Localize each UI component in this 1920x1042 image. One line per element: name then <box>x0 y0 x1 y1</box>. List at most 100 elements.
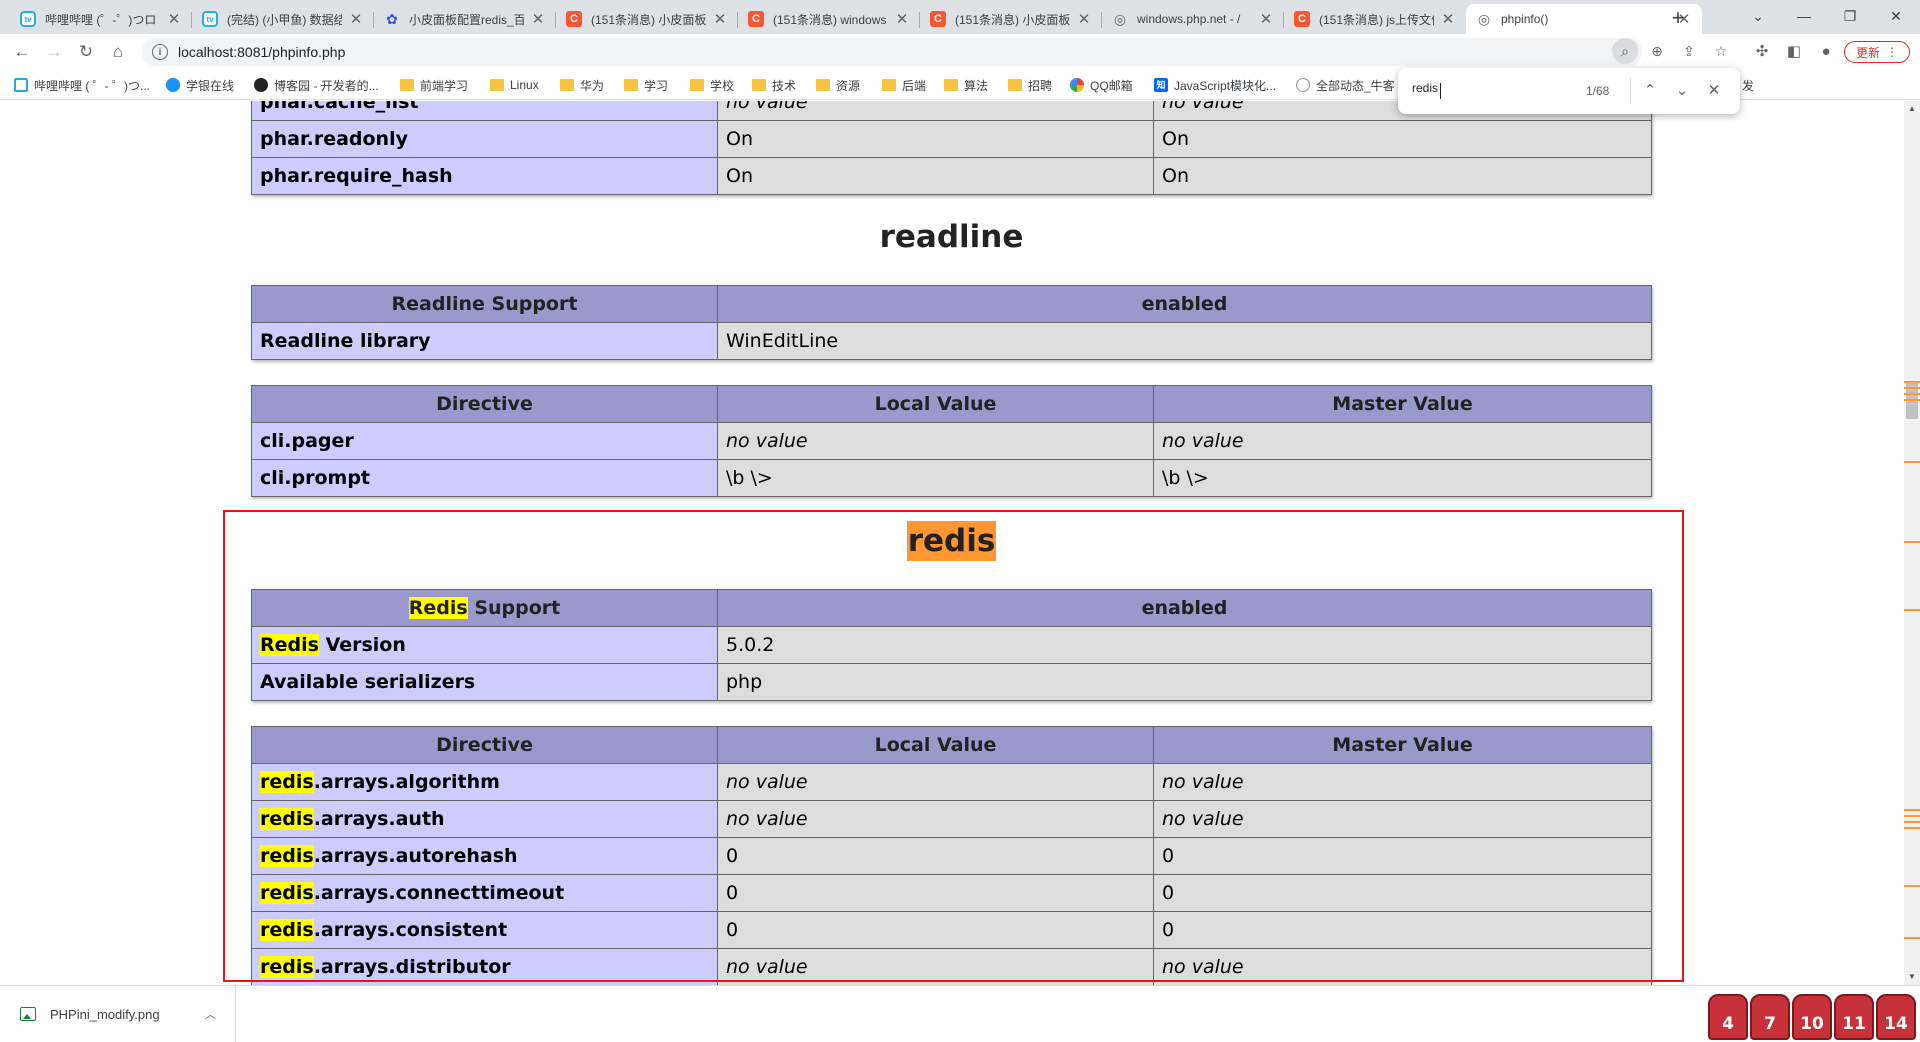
redis-serializers-value: php <box>717 663 1652 701</box>
bookmark-item[interactable]: 知 JavaScript模块化... <box>1154 76 1276 94</box>
jersey-icon: 10 <box>1792 994 1832 1040</box>
tab-close-icon[interactable]: ✕ <box>1258 10 1274 28</box>
side-panel-icon[interactable]: ◧ <box>1780 38 1808 66</box>
zhihu-icon: 知 <box>1154 78 1168 92</box>
home-icon[interactable]: ⌂ <box>104 38 132 66</box>
tray-jersey-widget: 4 7 10 11 14 <box>1708 994 1916 1040</box>
redis-directive-table: Directive Local Value Master Value redis… <box>251 726 1652 985</box>
folder-icon <box>1008 79 1022 91</box>
more-menu-icon: ⋮ <box>1886 45 1898 59</box>
site-info-icon[interactable]: i <box>152 44 168 60</box>
share-icon[interactable]: ⇪ <box>1676 38 1702 64</box>
bookmark-label: 学银在线 <box>186 78 235 93</box>
bookmarks-overflow[interactable]: 发 <box>1742 76 1754 94</box>
find-match-marker <box>1904 387 1920 389</box>
minimize-icon[interactable]: — <box>1784 4 1824 28</box>
table-row: redis.arrays.consistent 0 0 <box>251 911 1652 949</box>
scroll-down-icon[interactable]: ▼ <box>1904 969 1920 985</box>
folder-icon <box>560 79 574 91</box>
find-next-icon[interactable]: ⌄ <box>1670 79 1694 103</box>
forward-icon[interactable]: → <box>40 38 68 66</box>
tab-6[interactable]: ◎ windows.php.net - / ✕ <box>1102 4 1284 34</box>
new-tab-button[interactable]: + <box>1664 6 1692 30</box>
download-item[interactable]: PHPini_modify.png ︿ <box>0 986 236 1042</box>
find-previous-icon[interactable]: ⌃ <box>1638 79 1662 103</box>
master-value: no value <box>1153 422 1652 460</box>
profile-avatar-icon[interactable]: ● <box>1812 38 1840 66</box>
bookmark-item[interactable]: 华为 <box>560 76 604 94</box>
master-value: 0 <box>1153 874 1652 912</box>
tab-close-icon[interactable]: ✕ <box>1440 10 1456 28</box>
bookmark-item[interactable]: 博客园 - 开发者的... <box>254 76 379 94</box>
bookmark-item[interactable]: 全部动态_牛客 <box>1296 76 1395 94</box>
tab-close-icon[interactable]: ✕ <box>894 10 910 28</box>
tab-close-icon[interactable]: ✕ <box>1076 10 1092 28</box>
bookmark-item[interactable]: 前端学习 <box>400 76 468 94</box>
master-value: On <box>1153 120 1652 158</box>
extensions-icon[interactable]: ✣ <box>1748 38 1776 66</box>
close-window-icon[interactable]: ✕ <box>1876 4 1916 28</box>
table-row: redis.arrays.connecttimeout 0 0 <box>251 874 1652 912</box>
scroll-up-icon[interactable]: ▲ <box>1904 101 1920 117</box>
restore-icon[interactable]: ❐ <box>1830 4 1870 28</box>
local-value: no value <box>717 948 1154 985</box>
local-value: 0 <box>717 837 1154 875</box>
find-input[interactable]: redis <box>1412 81 1592 101</box>
bookmark-star-icon[interactable]: ☆ <box>1708 38 1734 64</box>
tab-5[interactable]: C (151条消息) 小皮面板配置 ✕ <box>920 4 1102 34</box>
bookmark-label: 算法 <box>964 78 989 93</box>
directive-name: redis.arrays.consistent <box>251 911 718 949</box>
local-value: no value <box>717 800 1154 838</box>
tab-title: (151条消息) js上传文件 <box>1319 12 1434 27</box>
tab-1[interactable]: tv (完结) (小甲鱼) 数据结构 ✕ <box>192 4 374 34</box>
download-filename[interactable]: PHPini_modify.png <box>50 1007 160 1022</box>
master-value: no value <box>1153 800 1652 838</box>
chevron-up-icon[interactable]: ︿ <box>205 1006 216 1022</box>
tab-close-icon[interactable]: ✕ <box>712 10 728 28</box>
update-button[interactable]: 更新 ⋮ <box>1844 41 1910 63</box>
bookmark-item[interactable]: QQ邮箱 <box>1070 76 1133 94</box>
bookmark-item[interactable]: 技术 <box>752 76 796 94</box>
tab-search-icon[interactable]: ⌄ <box>1738 4 1778 28</box>
bookmark-label: 前端学习 <box>420 78 469 93</box>
bookmark-label: 学校 <box>710 78 735 93</box>
address-url[interactable]: localhost:8081/phpinfo.php <box>178 44 345 60</box>
bookmark-item[interactable]: 学银在线 <box>166 76 234 94</box>
tab-close-icon[interactable]: ✕ <box>530 10 546 28</box>
tab-4[interactable]: C (151条消息) windows ✕ <box>738 4 920 34</box>
bookmark-item[interactable]: 招聘 <box>1008 76 1052 94</box>
bookmark-item[interactable]: 算法 <box>944 76 988 94</box>
find-separator <box>1630 78 1631 104</box>
globe-icon: ◎ <box>1477 10 1491 27</box>
jersey-icon: 7 <box>1750 994 1790 1040</box>
bookmark-label: 后端 <box>902 78 927 93</box>
tab-close-icon[interactable]: ✕ <box>166 10 182 28</box>
local-value: 0 <box>717 911 1154 949</box>
bookmark-item[interactable]: 哔哩哔哩 ( ゜- ゜)つ... <box>14 76 150 94</box>
bookmark-label: 全部动态_牛客 <box>1316 78 1395 93</box>
tab-7[interactable]: C (151条消息) js上传文件 ✕ <box>1284 4 1466 34</box>
table-row: redis.arrays.auth no value no value <box>251 800 1652 838</box>
bookmark-item[interactable]: 后端 <box>882 76 926 94</box>
tab-close-icon[interactable]: ✕ <box>348 10 364 28</box>
master-value: no value <box>1153 763 1652 801</box>
bookmark-item[interactable]: Linux <box>490 76 539 94</box>
bilibili-icon: tv <box>202 11 218 27</box>
folder-icon <box>624 79 638 91</box>
local-value: On <box>717 157 1154 195</box>
back-icon[interactable]: ← <box>8 38 36 66</box>
bookmark-item[interactable]: 学习 <box>624 76 668 94</box>
vertical-scrollbar[interactable]: ▲ ▼ <box>1904 101 1920 985</box>
readline-section-title: readline <box>879 219 1024 255</box>
find-in-page-icon[interactable]: ⌕ <box>1612 38 1638 64</box>
directive-name: cli.pager <box>251 422 718 460</box>
bookmark-item[interactable]: 资源 <box>816 76 860 94</box>
tab-3[interactable]: C (151条消息) 小皮面板配置 ✕ <box>556 4 738 34</box>
tab-2[interactable]: ✿ 小皮面板配置redis_百度搜索 ✕ <box>374 4 556 34</box>
tab-0[interactable]: tv 哔哩哔哩 (゜-゜)つロ 干杯~-bilibili ✕ <box>10 4 192 34</box>
find-close-icon[interactable]: ✕ <box>1702 79 1726 103</box>
reload-icon[interactable]: ↻ <box>72 38 100 66</box>
zoom-icon[interactable]: ⊕ <box>1644 38 1670 64</box>
bookmark-item[interactable]: 学校 <box>690 76 734 94</box>
address-bar[interactable]: i localhost:8081/phpinfo.php <box>142 38 1642 66</box>
